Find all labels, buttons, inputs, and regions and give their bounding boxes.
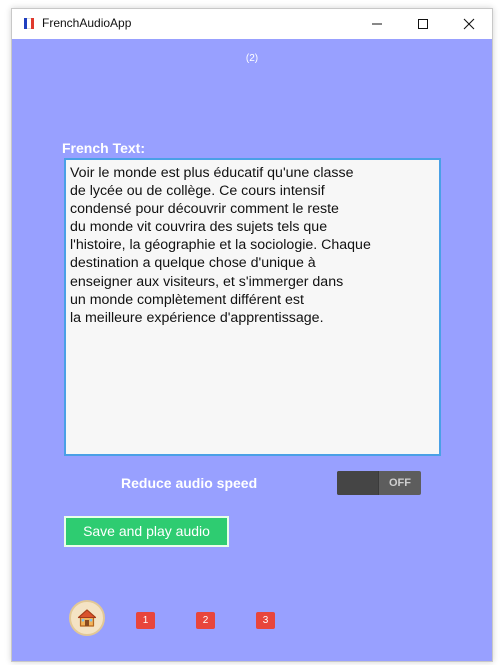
close-button[interactable] <box>446 9 492 39</box>
close-icon <box>463 18 475 30</box>
nav-button-1[interactable]: 1 <box>136 612 155 629</box>
app-content: (2) French Text: Voir le monde est plus … <box>12 39 492 661</box>
nav-button-3[interactable]: 3 <box>256 612 275 629</box>
page-indicator: (2) <box>245 53 259 64</box>
french-text-input[interactable]: Voir le monde est plus éducatif qu'une c… <box>64 158 441 456</box>
window-title: FrenchAudioApp <box>42 16 132 30</box>
minimize-icon <box>372 23 382 25</box>
reduce-speed-label: Reduce audio speed <box>121 475 258 491</box>
maximize-button[interactable] <box>400 9 446 39</box>
reduce-speed-toggle[interactable]: OFF <box>337 471 421 495</box>
title-bar[interactable]: FrenchAudioApp <box>12 9 492 39</box>
save-play-audio-button[interactable]: Save and play audio <box>64 516 229 547</box>
minimize-button[interactable] <box>354 9 400 39</box>
home-button[interactable] <box>69 600 105 636</box>
toggle-knob <box>337 471 379 495</box>
maximize-icon <box>418 19 428 29</box>
app-window: FrenchAudioApp (2) French Text: Voir le … <box>11 8 493 662</box>
home-icon <box>77 609 97 627</box>
french-text-label: French Text: <box>62 140 145 156</box>
nav-button-2[interactable]: 2 <box>196 612 215 629</box>
app-icon <box>24 18 34 29</box>
toggle-state-text: OFF <box>389 477 411 489</box>
